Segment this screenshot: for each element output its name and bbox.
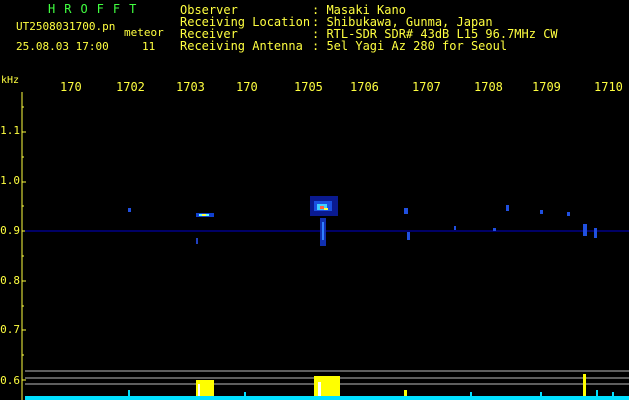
meteor-echo	[196, 213, 214, 244]
weak-echoes	[128, 205, 597, 240]
axis-ticks	[21, 92, 26, 400]
meteor-echo	[310, 196, 338, 246]
spectrogram-plot	[21, 92, 629, 400]
